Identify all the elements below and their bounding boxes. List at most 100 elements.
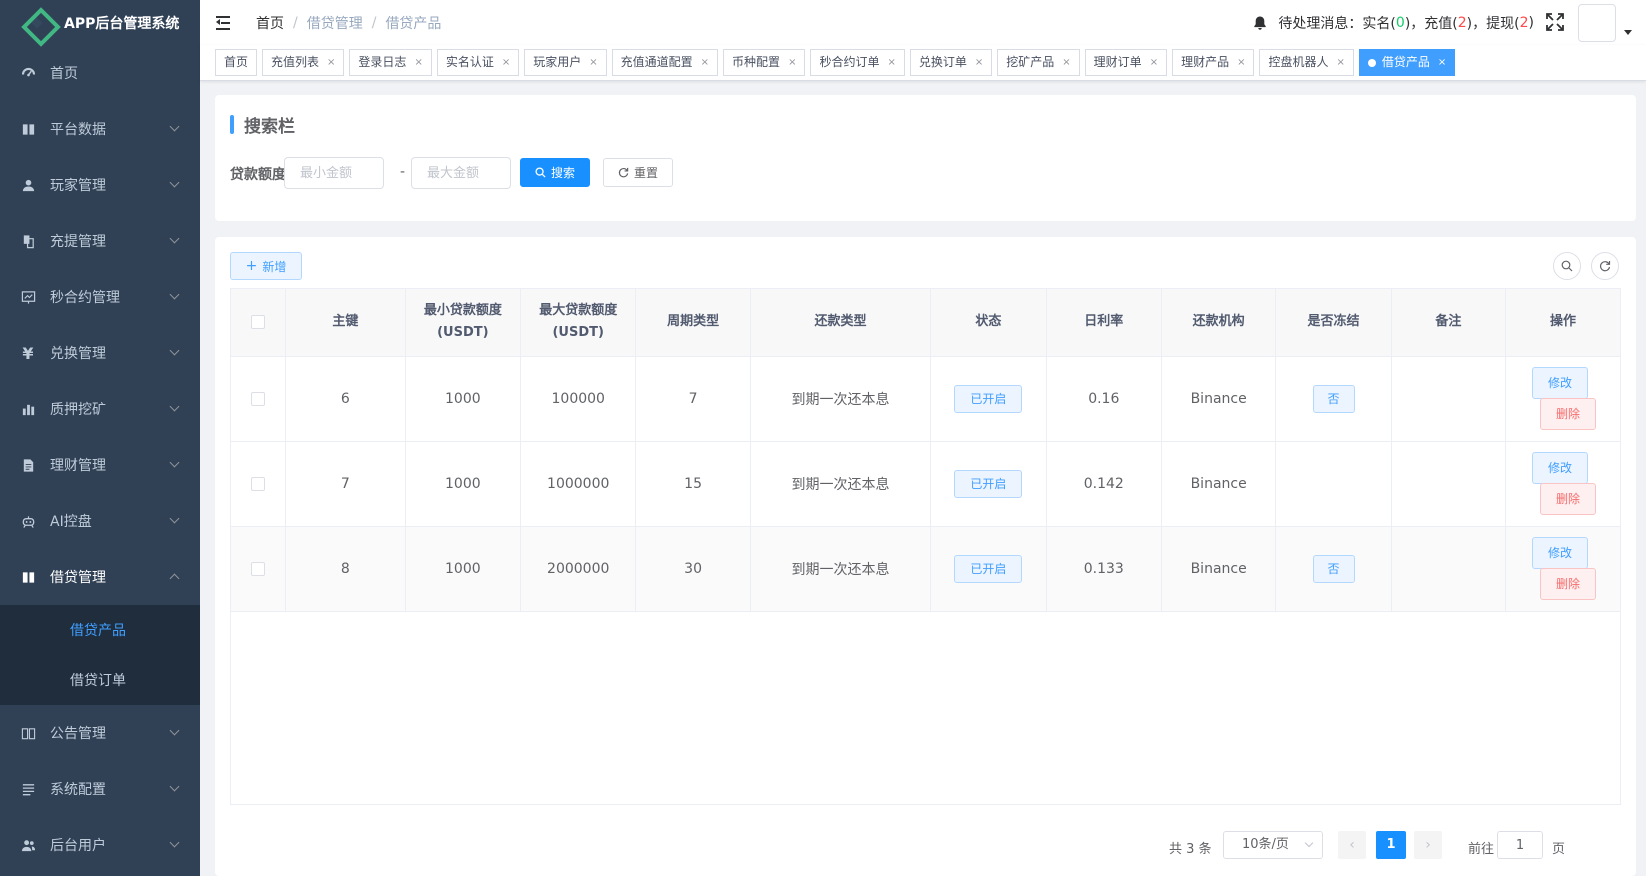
breadcrumb-separator: / bbox=[293, 14, 298, 31]
edit-button[interactable]: 修改 bbox=[1532, 537, 1589, 569]
edit-button[interactable]: 修改 bbox=[1532, 452, 1589, 484]
caret-down-icon[interactable] bbox=[1624, 30, 1632, 35]
close-icon[interactable]: × bbox=[1438, 50, 1446, 75]
tab-tag[interactable]: 充值列表 × bbox=[262, 49, 345, 76]
tab-tag[interactable]: 实名认证 × bbox=[436, 49, 520, 76]
sidebar-item[interactable]: 借贷管理 bbox=[0, 549, 200, 605]
min-amount-input[interactable] bbox=[284, 157, 384, 189]
cell-org: Binance bbox=[1161, 441, 1277, 527]
close-icon[interactable]: × bbox=[1337, 50, 1345, 75]
close-icon[interactable]: × bbox=[414, 50, 422, 75]
sidebar-item[interactable]: 质押挖矿 bbox=[0, 381, 200, 437]
withdraw-count: 2 bbox=[1519, 15, 1529, 31]
close-icon[interactable]: × bbox=[975, 50, 983, 75]
delete-button[interactable]: 删除 bbox=[1540, 483, 1597, 515]
close-icon[interactable]: × bbox=[701, 50, 709, 75]
sidebar-item[interactable]: 后台用户 bbox=[0, 817, 200, 873]
tab-tag[interactable]: 借贷产品 × bbox=[1358, 49, 1456, 76]
close-icon[interactable]: × bbox=[788, 50, 796, 75]
tab-tag-label: 理财订单 bbox=[1093, 55, 1142, 69]
notice-suffix: ) bbox=[1528, 15, 1534, 31]
fullscreen-icon[interactable] bbox=[1546, 13, 1564, 31]
cell-repay_type: 到期一次还本息 bbox=[750, 526, 932, 612]
sidebar: APP后台管理系统 首页 平台数据 玩家管理 充提管理 秒合约管理 ¥ 兑换管理 质押挖矿 理财… bbox=[0, 0, 200, 876]
cell-rate: 0.16 bbox=[1046, 356, 1162, 442]
sidebar-subitem[interactable]: 借贷产品 bbox=[0, 605, 200, 655]
search-button[interactable]: 搜索 bbox=[520, 158, 590, 187]
prev-page-button[interactable]: ‹ bbox=[1338, 831, 1366, 859]
cell-period: 15 bbox=[635, 441, 751, 527]
row-checkbox[interactable] bbox=[251, 561, 266, 576]
row-checkbox[interactable] bbox=[251, 391, 266, 406]
close-icon[interactable]: × bbox=[502, 50, 510, 75]
delete-button[interactable]: 删除 bbox=[1540, 398, 1597, 430]
next-page-button[interactable]: › bbox=[1414, 831, 1442, 859]
avatar[interactable] bbox=[1578, 4, 1616, 42]
tab-tag[interactable]: 理财产品 × bbox=[1172, 49, 1255, 76]
sidebar-item[interactable]: ¥ 兑换管理 bbox=[0, 325, 200, 381]
table-row: 7 1000 1000000 15 到期一次还本息 已开启 0.142 Binance 修改 删除 bbox=[231, 441, 1620, 527]
cell-min: 1000 bbox=[405, 356, 522, 442]
cell-org: Binance bbox=[1161, 356, 1277, 442]
chevron-left-icon: ‹ bbox=[1349, 837, 1355, 853]
close-icon[interactable]: × bbox=[327, 50, 335, 75]
close-icon[interactable]: × bbox=[1150, 50, 1158, 75]
refresh-button[interactable] bbox=[1591, 252, 1619, 280]
row-checkbox[interactable] bbox=[251, 476, 266, 491]
cell-max: 1000000 bbox=[520, 441, 637, 527]
tab-tag[interactable]: 首页 bbox=[215, 49, 258, 76]
sidebar-item[interactable]: 平台数据 bbox=[0, 101, 200, 157]
tab-tag[interactable]: 控盘机器人 × bbox=[1259, 49, 1354, 76]
page-size-select[interactable]: 10条/页 bbox=[1223, 831, 1323, 859]
tab-tag[interactable]: 兑换订单 × bbox=[909, 49, 993, 76]
chevron-down-icon bbox=[169, 177, 180, 188]
edit-button[interactable]: 修改 bbox=[1532, 367, 1589, 399]
sidebar-item[interactable]: AI控盘 bbox=[0, 493, 200, 549]
app-logo[interactable]: APP后台管理系统 bbox=[0, 0, 200, 45]
plus-icon: + bbox=[245, 258, 258, 274]
sidebar-menu: 首页 平台数据 玩家管理 充提管理 秒合约管理 ¥ 兑换管理 质押挖矿 理财管理 AI控盘借贷管理… bbox=[0, 45, 200, 873]
tab-tag[interactable]: 理财订单 × bbox=[1084, 49, 1168, 76]
tab-tag[interactable]: 玩家用户 × bbox=[524, 49, 607, 76]
realname-count: 0 bbox=[1395, 15, 1405, 31]
sidebar-item[interactable]: 系统配置 bbox=[0, 761, 200, 817]
tab-tag[interactable]: 秒合约订单 × bbox=[810, 49, 905, 76]
cell-max: 100000 bbox=[520, 356, 637, 442]
top-header: 首页 / 借贷管理 / 借贷产品 待处理消息：实名(0)，充值(2)，提现(2) bbox=[200, 0, 1646, 45]
goto-page-input[interactable] bbox=[1497, 831, 1543, 859]
page-number-current[interactable]: 1 bbox=[1376, 831, 1406, 859]
hamburger-icon[interactable] bbox=[216, 14, 234, 32]
row-actions: 修改 删除 bbox=[1506, 452, 1620, 515]
delete-button[interactable]: 删除 bbox=[1540, 568, 1597, 600]
sidebar-item[interactable]: 理财管理 bbox=[0, 437, 200, 493]
pending-notice[interactable]: 待处理消息：实名(0)，充值(2)，提现(2) bbox=[1252, 13, 1534, 33]
active-dot-icon bbox=[1367, 58, 1376, 67]
sidebar-item-label: 后台用户 bbox=[50, 838, 106, 854]
breadcrumb-home[interactable]: 首页 bbox=[256, 13, 284, 33]
max-amount-input[interactable] bbox=[411, 157, 511, 189]
cell-remark bbox=[1391, 526, 1507, 612]
column-header: 最大贷款额度(USDT) bbox=[520, 289, 637, 357]
toggle-search-button[interactable] bbox=[1553, 252, 1581, 280]
sidebar-item[interactable]: 充提管理 bbox=[0, 213, 200, 269]
close-icon[interactable]: × bbox=[1237, 50, 1245, 75]
robot-icon bbox=[20, 513, 36, 529]
column-header: 还款类型 bbox=[750, 289, 932, 357]
tab-tag[interactable]: 挖矿产品 × bbox=[997, 49, 1080, 76]
close-icon[interactable]: × bbox=[887, 50, 895, 75]
sidebar-item[interactable]: 首页 bbox=[0, 45, 200, 101]
sidebar-subitem[interactable]: 借贷订单 bbox=[0, 655, 200, 705]
tab-tag[interactable]: 登录日志 × bbox=[349, 49, 432, 76]
select-all-checkbox[interactable] bbox=[251, 314, 266, 329]
tab-tag-label: 挖矿产品 bbox=[1006, 55, 1055, 69]
sidebar-item-label: 借贷管理 bbox=[50, 570, 106, 586]
sidebar-item[interactable]: 公告管理 bbox=[0, 705, 200, 761]
tab-tag[interactable]: 币种配置 × bbox=[723, 49, 806, 76]
sidebar-item[interactable]: 玩家管理 bbox=[0, 157, 200, 213]
reset-button[interactable]: 重置 bbox=[603, 158, 673, 187]
tab-tag[interactable]: 充值通道配置 × bbox=[611, 49, 719, 76]
close-icon[interactable]: × bbox=[1062, 50, 1070, 75]
sidebar-item[interactable]: 秒合约管理 bbox=[0, 269, 200, 325]
add-button[interactable]: + 新增 bbox=[230, 252, 302, 280]
close-icon[interactable]: × bbox=[589, 50, 597, 75]
